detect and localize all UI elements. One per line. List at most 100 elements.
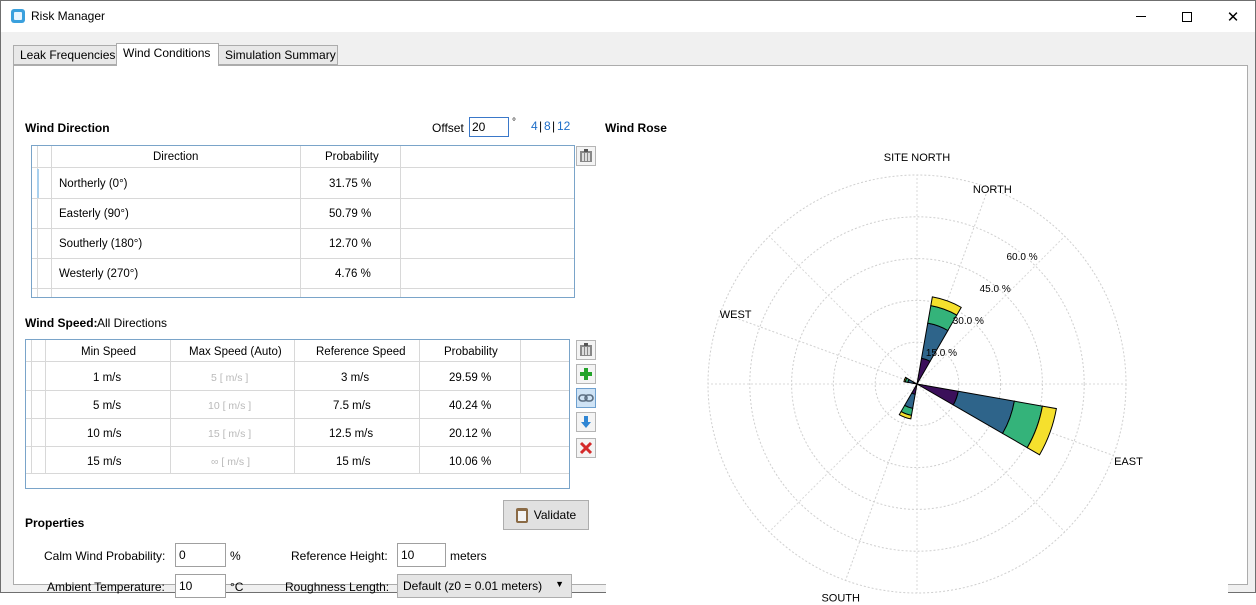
min-speed-cell[interactable]: 5 m/s [93, 400, 121, 412]
preset-separator: | [539, 119, 543, 133]
column-header-probability[interactable]: Probability [444, 346, 498, 358]
east-label: EAST [1114, 456, 1143, 468]
chevron-down-icon: ▼ [555, 579, 564, 589]
direction-cell[interactable]: Westerly (270°) [59, 268, 138, 280]
clipboard-icon [515, 507, 528, 523]
calm-wind-input[interactable] [175, 543, 226, 567]
close-button[interactable]: ✕ [1210, 1, 1256, 32]
validate-button[interactable]: Validate [503, 500, 589, 530]
ring-label: 45.0 % [980, 284, 1011, 295]
row-divider [26, 418, 569, 419]
direction-cell[interactable]: Northerly (0°) [59, 178, 128, 190]
delete-x-icon [579, 441, 593, 455]
ambient-temperature-unit: °C [230, 580, 244, 594]
reference-speed-cell[interactable]: 12.5 m/s [329, 428, 373, 440]
link-rows-button[interactable] [576, 388, 596, 408]
move-down-button[interactable] [576, 412, 596, 432]
client-area: Leak Frequencies Wind Conditions Simulat… [1, 32, 1255, 605]
reference-speed-cell[interactable]: 3 m/s [341, 372, 369, 384]
probability-cell[interactable]: 4.76 % [335, 268, 371, 280]
wind-rose-chart: SITE NORTH NORTH EAST SOUTH WEST 15.0 % … [707, 152, 1143, 605]
direction-export-button[interactable] [576, 146, 596, 166]
wind-speed-subtitle: All Directions [97, 316, 168, 330]
preset-separator: | [552, 119, 556, 133]
probability-cell: 10.06 % [449, 456, 492, 468]
max-speed-cell: 15 [ m/s ] [208, 428, 252, 440]
west-label: WEST [720, 309, 752, 321]
reference-speed-cell[interactable]: 7.5 m/s [333, 400, 371, 412]
roughness-length-label: Roughness Length: [285, 580, 390, 594]
row-selector-border [31, 340, 32, 473]
plus-icon [580, 368, 592, 380]
wind-rose-petal-segment [916, 357, 931, 385]
max-speed-cell: 10 [ m/s ] [208, 400, 252, 412]
column-divider [45, 340, 46, 473]
min-speed-cell[interactable]: 1 m/s [93, 372, 121, 384]
offset-input[interactable] [469, 117, 509, 137]
tab-leak-frequencies[interactable]: Leak Frequencies [13, 45, 117, 65]
column-header-direction[interactable]: Direction [153, 151, 198, 163]
roughness-length-select[interactable]: Default (z0 = 0.01 meters) ▼ [397, 574, 572, 598]
ring-label: 30.0 % [953, 316, 984, 327]
wind-direction-title: Wind Direction [25, 121, 110, 135]
tab-simulation-summary[interactable]: Simulation Summary [218, 45, 338, 65]
probability-cell[interactable]: 12.70 % [329, 238, 371, 250]
wind-rose-chart-area: SITE NORTH NORTH EAST SOUTH WEST 15.0 % … [606, 145, 1228, 605]
tab-wind-conditions[interactable]: Wind Conditions [116, 43, 219, 66]
preset-8-link[interactable]: 8 [544, 119, 551, 133]
reference-speed-cell[interactable]: 15 m/s [336, 456, 371, 468]
app-icon [11, 9, 25, 23]
column-divider [294, 340, 295, 473]
maximize-button[interactable] [1164, 1, 1210, 32]
row-divider [32, 258, 574, 259]
speed-export-button[interactable] [576, 340, 596, 360]
preset-12-link[interactable]: 12 [557, 119, 570, 133]
direction-cell[interactable]: Easterly (90°) [59, 208, 129, 220]
direction-spoke [720, 312, 918, 385]
direction-cell[interactable]: Southerly (180°) [59, 238, 142, 250]
row-divider [26, 390, 569, 391]
row-divider [26, 473, 569, 474]
chain-link-icon [578, 394, 594, 402]
wind-speed-title: Wind Speed: [25, 316, 98, 330]
wind-rose-petal-segment [952, 390, 1015, 435]
clipboard-grid-icon [580, 149, 592, 162]
max-speed-cell: ∞ [ m/s ] [211, 456, 250, 468]
preset-4-link[interactable]: 4 [531, 119, 538, 133]
min-speed-cell[interactable]: 15 m/s [87, 456, 122, 468]
column-divider [520, 340, 521, 473]
validate-label: Validate [533, 508, 577, 522]
roughness-length-value: Default (z0 = 0.01 meters) [403, 579, 543, 593]
north-label: NORTH [973, 184, 1012, 196]
minimize-button[interactable] [1118, 1, 1164, 32]
reference-height-unit: meters [450, 549, 487, 563]
wind-rose-petal-segment [916, 383, 959, 406]
close-icon: ✕ [1226, 8, 1240, 26]
grid-spoke [768, 235, 918, 385]
table-header [32, 146, 574, 168]
delete-row-button[interactable] [576, 438, 596, 458]
ambient-temperature-label: Ambient Temperature: [47, 580, 165, 594]
column-header-reference-speed[interactable]: Reference Speed [316, 346, 406, 358]
minimize-icon [1136, 16, 1146, 17]
properties-title: Properties [25, 516, 85, 530]
grid-spoke [768, 383, 918, 533]
offset-label: Offset [432, 121, 464, 135]
window-title: Risk Manager [31, 9, 106, 23]
reference-height-input[interactable] [397, 543, 446, 567]
probability-cell[interactable]: 31.75 % [329, 178, 371, 190]
calm-wind-label: Calm Wind Probability: [44, 549, 166, 563]
ambient-temperature-input[interactable] [175, 574, 226, 598]
wind-conditions-panel: Wind Direction Offset ° 4 | 8 | 12 Direc… [13, 65, 1248, 605]
add-row-button[interactable] [576, 364, 596, 384]
column-header-max-speed[interactable]: Max Speed (Auto) [189, 346, 282, 358]
row-divider [32, 198, 574, 199]
probability-cell[interactable]: 50.79 % [329, 208, 371, 220]
max-speed-cell: 5 [ m/s ] [211, 372, 249, 384]
column-header-min-speed[interactable]: Min Speed [81, 346, 136, 358]
arrow-down-icon [581, 416, 591, 428]
min-speed-cell[interactable]: 10 m/s [87, 428, 122, 440]
column-header-probability[interactable]: Probability [325, 151, 379, 163]
wind-direction-table: Direction Probability Northerly (0°) 31.… [31, 145, 575, 298]
column-divider [400, 146, 401, 297]
